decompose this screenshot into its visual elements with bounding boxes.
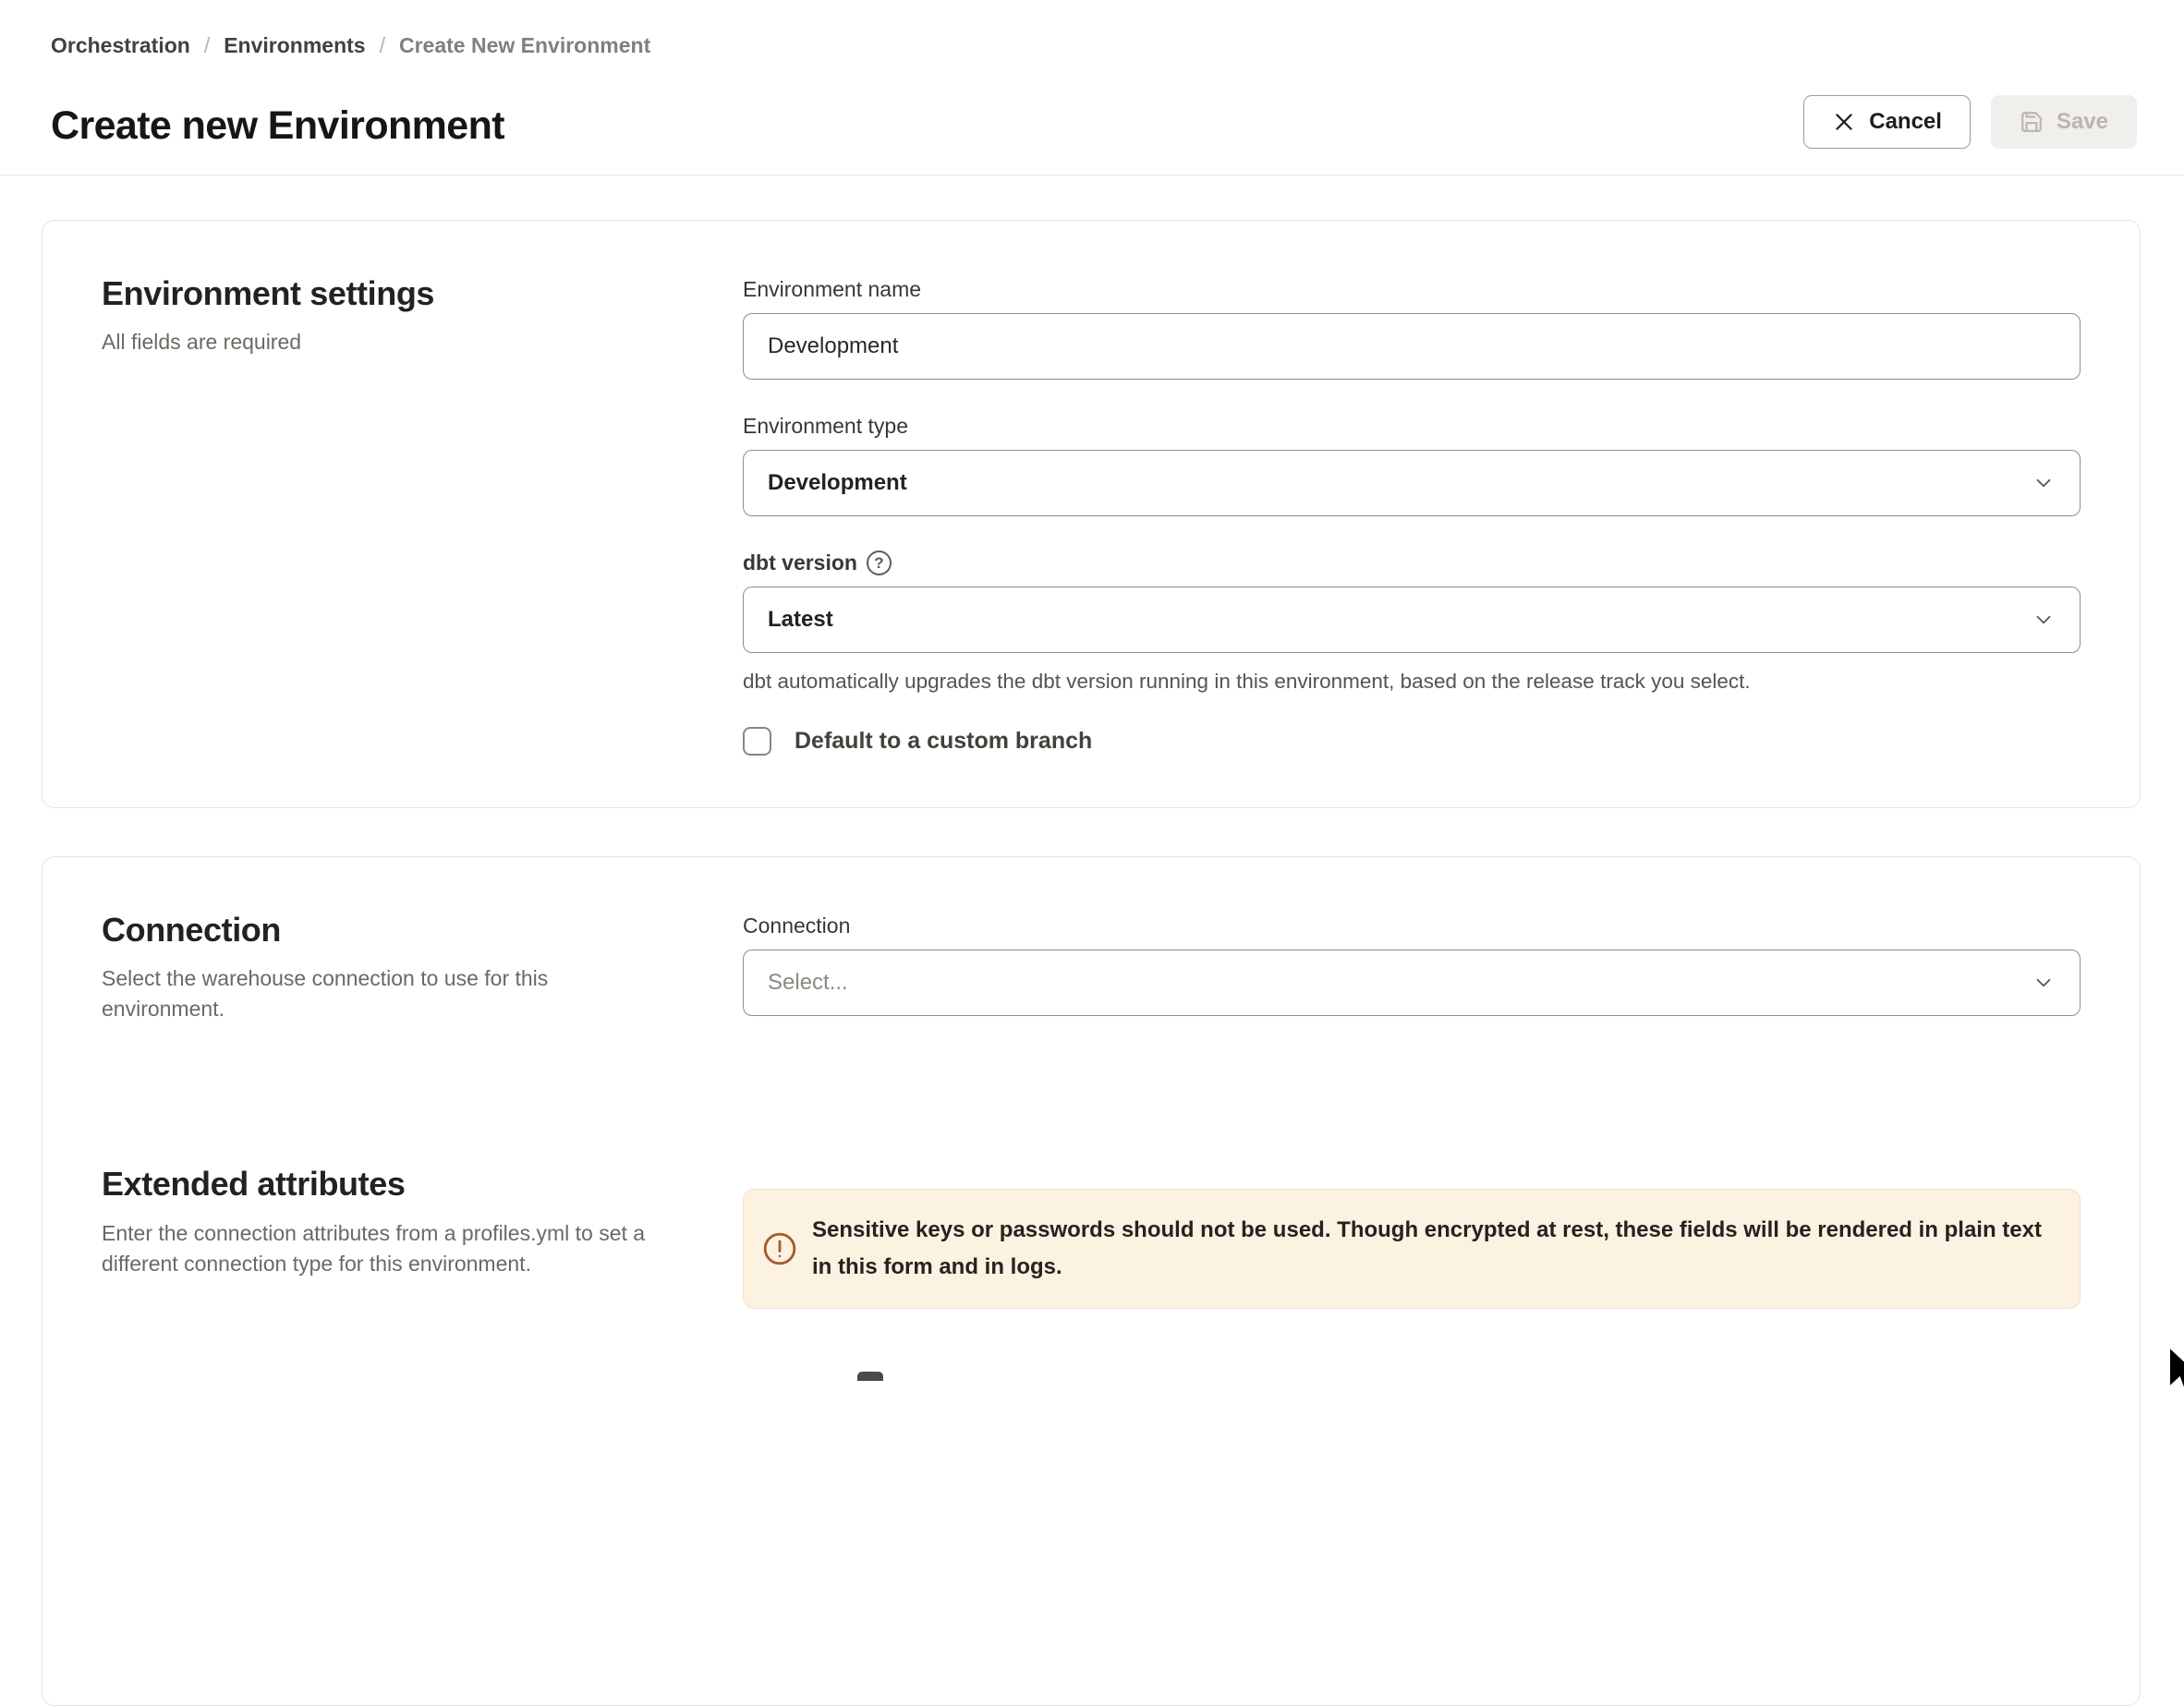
- cancel-button[interactable]: Cancel: [1803, 95, 1971, 149]
- help-icon[interactable]: ?: [867, 551, 892, 575]
- extended-attributes-subtitle: Enter the connection attributes from a p…: [102, 1218, 665, 1279]
- environment-type-select[interactable]: Development: [743, 450, 2081, 516]
- environment-settings-card: Environment settings All fields are requ…: [42, 220, 2141, 808]
- environment-name-input[interactable]: [743, 313, 2081, 380]
- environment-type-value: Development: [768, 470, 907, 496]
- environment-name-label: Environment name: [743, 274, 2081, 305]
- dbt-version-helper: dbt automatically upgrades the dbt versi…: [743, 668, 2081, 696]
- connection-card: Connection Select the warehouse connecti…: [42, 856, 2141, 1706]
- environment-settings-subtitle: All fields are required: [102, 327, 665, 357]
- dbt-version-label: dbt version: [743, 548, 857, 578]
- warning-text: Sensitive keys or passwords should not b…: [812, 1212, 2052, 1286]
- environment-settings-title: Environment settings: [102, 274, 706, 312]
- connection-label: Connection: [743, 911, 2081, 941]
- header-actions: Cancel Save: [1803, 95, 2137, 149]
- cancel-button-label: Cancel: [1869, 109, 1942, 135]
- breadcrumb-separator: /: [204, 33, 210, 58]
- save-button[interactable]: Save: [1991, 95, 2137, 149]
- breadcrumb-environments[interactable]: Environments: [224, 33, 365, 58]
- connection-subtitle: Select the warehouse connection to use f…: [102, 963, 665, 1024]
- environment-type-label: Environment type: [743, 411, 2081, 442]
- save-button-label: Save: [2057, 109, 2108, 135]
- dbt-version-value: Latest: [768, 607, 833, 633]
- chevron-down-icon: [2032, 471, 2056, 495]
- breadcrumb-orchestration[interactable]: Orchestration: [51, 33, 190, 58]
- chevron-down-icon: [2032, 971, 2056, 995]
- custom-branch-checkbox[interactable]: [743, 727, 771, 756]
- custom-branch-label: Default to a custom branch: [795, 728, 1092, 755]
- connection-title: Connection: [102, 911, 706, 949]
- sensitive-keys-warning-banner: Sensitive keys or passwords should not b…: [743, 1189, 2081, 1309]
- dbt-version-select[interactable]: Latest: [743, 587, 2081, 653]
- partially-visible-element: [857, 1372, 883, 1381]
- page-header: Orchestration / Environments / Create Ne…: [0, 0, 2184, 175]
- connection-placeholder: Select...: [768, 970, 848, 996]
- breadcrumb-separator: /: [380, 33, 385, 58]
- warning-icon: [762, 1231, 797, 1266]
- breadcrumb-current: Create New Environment: [399, 33, 650, 58]
- chevron-down-icon: [2032, 608, 2056, 632]
- save-icon: [2020, 110, 2044, 134]
- mouse-cursor: [2166, 1347, 2184, 1398]
- extended-attributes-title: Extended attributes: [102, 1165, 706, 1203]
- close-icon: [1832, 110, 1856, 134]
- breadcrumb: Orchestration / Environments / Create Ne…: [51, 33, 2137, 58]
- connection-select[interactable]: Select...: [743, 950, 2081, 1016]
